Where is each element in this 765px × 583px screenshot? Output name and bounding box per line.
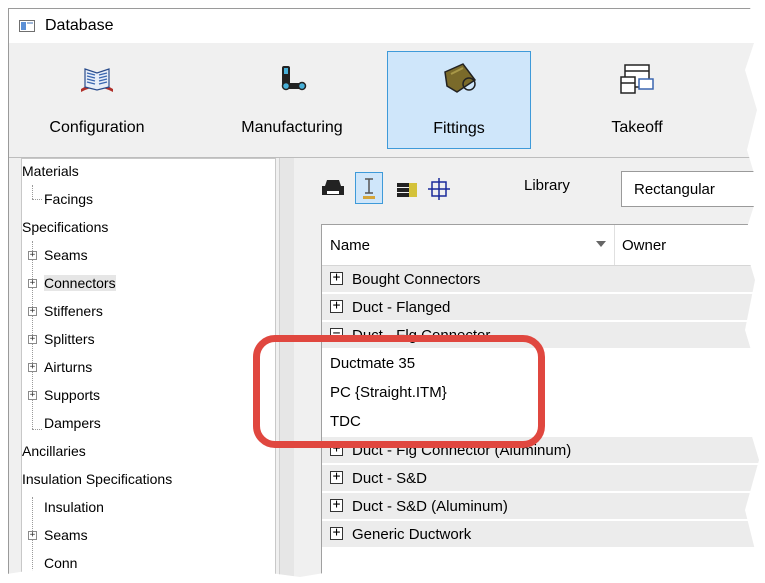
column-header-name[interactable]: Name (330, 237, 370, 254)
list-item-pc-straight[interactable]: PC {Straight.ITM} (322, 379, 764, 407)
expand-icon[interactable]: + (28, 531, 37, 540)
crosshair-icon (428, 178, 450, 200)
expand-icon[interactable]: + (330, 271, 343, 285)
library-label: Library (524, 177, 570, 194)
expand-icon[interactable]: + (28, 335, 37, 344)
tree-item-airturns[interactable]: Airturns (44, 357, 92, 377)
ribbon-label-configuration: Configuration (49, 119, 145, 136)
tree-item-specifications[interactable]: Specifications (22, 217, 108, 237)
list-item-tdc[interactable]: TDC (322, 408, 764, 436)
tree-item-insulation-specifications[interactable]: Insulation Specifications (22, 469, 172, 489)
sort-arrow-icon[interactable] (596, 241, 606, 247)
manufacturing-icon (281, 66, 307, 91)
template-icon (363, 178, 375, 199)
tree-item-seams[interactable]: Seams (44, 525, 88, 545)
tree-item-connectors[interactable]: Connectors (44, 273, 116, 293)
category-tree[interactable]: Materials Facings Specifications + Seams… (21, 158, 276, 582)
expand-icon[interactable]: + (28, 363, 37, 372)
group-row-duct-flg-connector[interactable]: − Duct - Flg Connector (322, 322, 764, 349)
column-header-owner[interactable]: Owner (622, 237, 666, 254)
tree-item-seams[interactable]: Seams (44, 245, 88, 265)
list-header: Name Owner (322, 225, 764, 266)
fittings-list[interactable]: Name Owner + Bought Connectors + Duct - … (321, 224, 764, 582)
tree-item-splitters[interactable]: Splitters (44, 329, 95, 349)
ribbon: Configuration Manufacturing Fittings Tak… (9, 43, 764, 158)
group-row-duct-flg-connector-aluminum[interactable]: + Duct - Flg Connector (Aluminum) (322, 437, 764, 464)
expand-icon[interactable]: + (28, 391, 37, 400)
ribbon-label-fittings: Fittings (433, 120, 485, 137)
tree-item-facings[interactable]: Facings (44, 189, 93, 209)
tree-item-dampers[interactable]: Dampers (44, 413, 101, 433)
tree-item-supports[interactable]: Supports (44, 385, 100, 405)
stack-icon (397, 183, 417, 197)
expand-icon[interactable]: + (330, 498, 343, 512)
expand-icon[interactable]: + (28, 279, 37, 288)
group-row-duct-s-d-aluminum[interactable]: + Duct - S&D (Aluminum) (322, 493, 764, 520)
tree-item-connectors-partial[interactable]: Conn (44, 553, 77, 573)
database-window: Database Configuration Manufacturing Fit… (8, 8, 765, 583)
tree-item-materials[interactable]: Materials (22, 161, 79, 181)
title-bar: Database (9, 9, 764, 43)
group-row-duct-s-d[interactable]: + Duct - S&D (322, 465, 764, 492)
ribbon-label-manufacturing: Manufacturing (241, 119, 343, 136)
library-dropdown[interactable]: Rectangular (621, 171, 761, 207)
crosshair-button[interactable] (425, 172, 453, 204)
tree-item-ancillaries[interactable]: Ancillaries (22, 441, 86, 461)
template-button[interactable] (355, 172, 383, 204)
window-title: Database (45, 17, 114, 34)
collapse-icon[interactable]: − (330, 327, 343, 341)
print-button[interactable] (319, 172, 347, 204)
stack-button[interactable] (393, 172, 421, 204)
expand-icon[interactable]: + (330, 442, 343, 456)
tree-item-stiffeners[interactable]: Stiffeners (44, 301, 103, 321)
fittings-panel: Library Rectangular Name Owner + Bought … (309, 158, 764, 582)
fitting-icon (444, 63, 477, 93)
print-icon (322, 180, 344, 195)
group-row-bought-connectors[interactable]: + Bought Connectors (322, 266, 764, 293)
tree-item-insulation[interactable]: Insulation (44, 497, 104, 517)
ribbon-label-takeoff: Takeoff (611, 119, 663, 136)
expand-icon[interactable]: + (330, 526, 343, 540)
app-icon (19, 20, 35, 32)
column-divider[interactable] (614, 225, 615, 265)
ribbon-button-fittings[interactable]: Fittings (387, 51, 531, 149)
expand-icon[interactable]: + (330, 470, 343, 484)
book-icon (81, 68, 113, 92)
fittings-toolbar: Library Rectangular (317, 168, 764, 212)
group-row-generic-ductwork[interactable]: + Generic Ductwork (322, 521, 764, 548)
ribbon-button-configuration[interactable]: Configuration (27, 53, 167, 147)
ribbon-button-manufacturing[interactable]: Manufacturing (217, 53, 367, 147)
expand-icon[interactable]: + (28, 251, 37, 260)
expand-icon[interactable]: + (28, 307, 37, 316)
group-row-duct-flanged[interactable]: + Duct - Flanged (322, 294, 764, 321)
expand-icon[interactable]: + (330, 299, 343, 313)
takeoff-icon (620, 64, 654, 94)
list-item-ductmate-35[interactable]: Ductmate 35 (322, 350, 764, 378)
ribbon-button-takeoff[interactable]: Takeoff (577, 53, 697, 147)
tree-scrollbar[interactable] (279, 158, 294, 582)
